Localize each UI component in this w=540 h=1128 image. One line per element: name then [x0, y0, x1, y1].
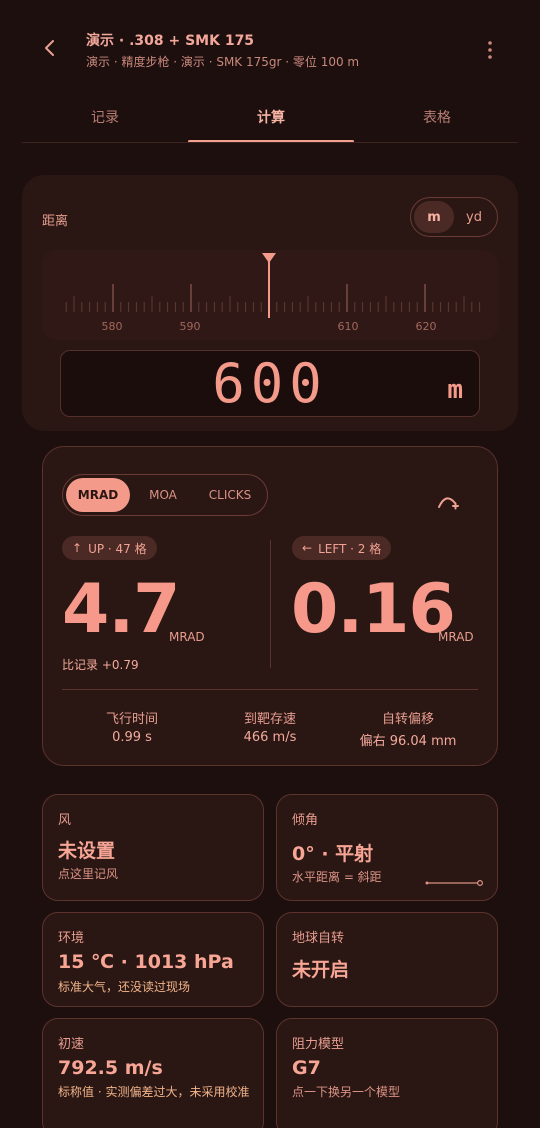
windage-chip-text: LEFT · 2 格	[318, 541, 382, 556]
unit-option-yd[interactable]: yd	[454, 201, 494, 233]
card-value: 0° · 平射	[292, 843, 374, 865]
stat-label: 飞行时间	[105, 712, 158, 727]
elevation-chip-text: UP · 47 格	[88, 541, 147, 556]
stat-label: 自转偏移	[381, 712, 434, 727]
ruler-label: 590	[179, 320, 201, 333]
windage-unit: MRAD	[438, 630, 474, 644]
stat-remaining-velocity: 到靶存速 466 m/s	[195, 708, 345, 745]
elevation-value: 4.7	[62, 570, 180, 649]
ruler-label: 620	[415, 320, 437, 333]
tab-table[interactable]: 表格	[354, 92, 520, 142]
distance-unit: m	[447, 375, 463, 405]
tab-divider	[22, 142, 518, 143]
mode-moa-button[interactable]: MOA	[133, 478, 193, 512]
card-label: 环境	[58, 931, 85, 946]
ruler-label: 580	[101, 320, 123, 333]
mode-mrad-button[interactable]: MRAD	[66, 478, 130, 512]
distance-label: 距离	[42, 214, 69, 229]
mode-clicks-button[interactable]: CLICKS	[195, 478, 265, 512]
stat-label: 到靶存速	[243, 712, 296, 727]
card-note: 水平距离 = 斜距	[292, 870, 382, 884]
card-value: 15 ℃ · 1013 hPa	[58, 951, 234, 973]
trajectory-arc-icon	[438, 497, 459, 510]
elevation-unit: MRAD	[169, 630, 205, 644]
stat-spin-drift: 自转偏移 偏右 96.04 mm	[333, 708, 483, 749]
card-value: 未开启	[292, 959, 350, 981]
tab-bar: 记录 计算 表格	[22, 92, 518, 144]
card-note: 标称值 · 实测偏差过大，未采用校准	[58, 1085, 250, 1099]
windage-value: 0.16	[291, 570, 456, 649]
more-vert-icon	[488, 41, 492, 59]
ruler-pointer-icon	[262, 253, 276, 263]
arrow-left-icon: ←	[302, 541, 313, 555]
card-value: G7	[292, 1057, 321, 1079]
distance-ruler[interactable]: 580 590 610 620	[42, 250, 498, 340]
stat-flight-time: 飞行时间 0.99 s	[57, 708, 207, 745]
muzzle-velocity-card[interactable]: 初速 792.5 m/s 标称值 · 实测偏差过大，未采用校准	[42, 1018, 264, 1128]
ruler-label: 610	[337, 320, 359, 333]
card-label: 阻力模型	[292, 1037, 345, 1052]
card-note: 点这里记风	[58, 867, 119, 881]
distance-readout[interactable]: 600 m	[60, 350, 480, 417]
drag-model-card[interactable]: 阻力模型 G7 点一下换另一个模型	[276, 1018, 498, 1128]
page-subtitle: 演示 · 精度步枪 · 演示 · SMK 175gr · 零位 100 m	[86, 55, 360, 69]
windage-chip: ← LEFT · 2 格	[292, 536, 392, 560]
distance-value: 600	[212, 352, 328, 415]
stats-divider	[62, 689, 478, 690]
more-options-button[interactable]	[474, 34, 506, 66]
result-divider	[270, 540, 271, 668]
back-button[interactable]	[30, 28, 70, 68]
tab-calculate[interactable]: 计算	[188, 92, 354, 142]
environment-card[interactable]: 环境 15 ℃ · 1013 hPa 标准大气，还没读过现场	[42, 912, 264, 1007]
card-note: 点一下换另一个模型	[292, 1085, 401, 1099]
card-label: 风	[58, 813, 72, 828]
unit-option-m[interactable]: m	[414, 201, 454, 233]
distance-unit-toggle: m yd	[410, 197, 498, 237]
card-label: 倾角	[292, 813, 319, 828]
arrow-up-icon: ↑	[72, 541, 83, 555]
elevation-compare: 比记录 +0.79	[62, 658, 139, 672]
coriolis-card[interactable]: 地球自转 未开启	[276, 912, 498, 1007]
incline-card[interactable]: 倾角 0° · 平射 水平距离 = 斜距	[276, 794, 498, 901]
card-value: 792.5 m/s	[58, 1057, 163, 1079]
stat-value: 0.99 s	[112, 730, 152, 745]
page-title: 演示 · .308 + SMK 175	[86, 33, 255, 49]
angle-unit-selector: MRAD MOA CLICKS	[62, 474, 268, 516]
card-label: 地球自转	[292, 931, 345, 946]
card-note: 标准大气，还没读过现场	[58, 980, 191, 994]
elevation-chip: ↑ UP · 47 格	[62, 536, 157, 560]
wind-card[interactable]: 风 未设置 点这里记风	[42, 794, 264, 901]
stat-value: 偏右 96.04 mm	[359, 734, 457, 749]
card-label: 初速	[58, 1037, 85, 1052]
card-value: 未设置	[58, 840, 116, 862]
trajectory-button[interactable]	[432, 484, 466, 518]
level-line-icon	[425, 879, 483, 887]
chevron-left-icon	[45, 40, 54, 56]
tab-records[interactable]: 记录	[22, 92, 188, 142]
stat-value: 466 m/s	[243, 730, 297, 745]
